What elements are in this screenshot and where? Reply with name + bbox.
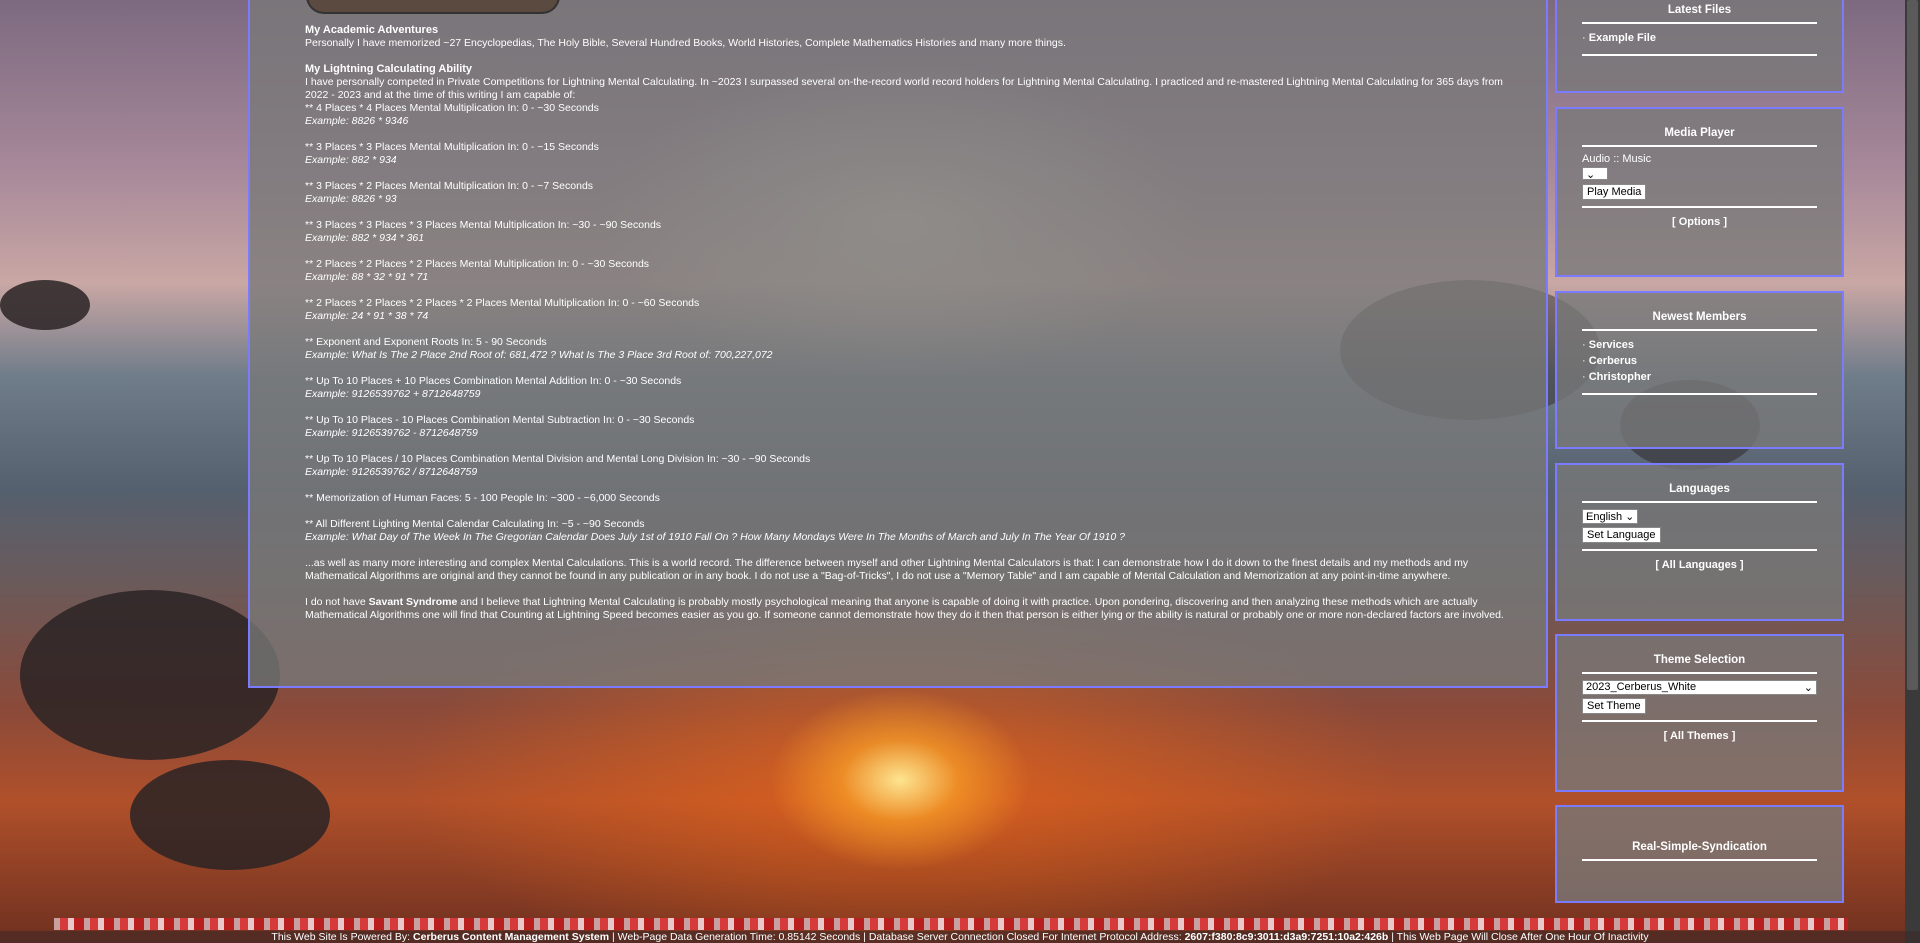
section-heading: My Academic Adventures (305, 24, 439, 36)
footer-text-pre: This Web Site Is Powered By: (271, 931, 414, 943)
abilities-list: ** 4 Places * 4 Places Mental Multiplica… (305, 102, 1505, 544)
member-link[interactable]: Cerberus (1582, 355, 1817, 371)
ability-example: Example: 9126539762 + 8712648759 (305, 388, 481, 400)
ability-item: ** Up To 10 Places + 10 Places Combinati… (305, 375, 682, 387)
latest-files-panel: Latest Files Example File (1555, 0, 1844, 93)
ability-item: ** Exponent and Exponent Roots In: 5 - 9… (305, 336, 547, 348)
ability-example: Example: 882 * 934 * 361 (305, 232, 425, 244)
theme-select-value: 2023_Cerberus_White (1586, 681, 1697, 693)
ability-item: ** Memorization of Human Faces: 5 - 100 … (305, 492, 660, 504)
ability-item: ** 3 Places * 2 Places Mental Multiplica… (305, 180, 594, 192)
chevron-down-icon: ⌄ (1625, 511, 1635, 523)
play-media-button[interactable]: Play Media (1582, 184, 1647, 200)
member-link[interactable]: Services (1582, 339, 1817, 355)
closing-paragraph: ...as well as many more interesting and … (305, 557, 1469, 582)
rss-panel: Real-Simple-Syndication (1555, 805, 1844, 903)
panel-title: Theme Selection (1653, 654, 1746, 666)
section-intro: I have personally competed in Private Co… (305, 76, 1503, 101)
media-label: Audio :: Music (1582, 153, 1652, 165)
ability-item: ** 2 Places * 2 Places * 2 Places Mental… (305, 258, 650, 270)
ability-item: ** Up To 10 Places / 10 Places Combinati… (305, 453, 811, 465)
article-content: My Academic Adventures Personally I have… (305, 24, 1505, 622)
ability-example: Example: 8826 * 93 (305, 193, 397, 205)
newest-members-panel: Newest Members Services Cerberus Christo… (1555, 291, 1844, 449)
ability-example: Example: 24 * 91 * 38 * 74 (305, 310, 429, 322)
savant-text-bold: Savant Syndrome (368, 596, 458, 608)
footer-status: This Web Site Is Powered By: Cerberus Co… (0, 931, 1920, 943)
ability-item: ** 3 Places * 3 Places Mental Multiplica… (305, 141, 599, 153)
chevron-down-icon: ⌄ (1803, 682, 1813, 694)
ip-address: 2607:f380:8c9:3011:d3a9:7251:10a2:426b (1184, 931, 1389, 943)
background-rock (20, 590, 280, 760)
scrollbar-thumb[interactable] (1907, 0, 1918, 690)
ability-example: Example: 9126539762 - 8712648759 (305, 427, 478, 439)
footer-decorative-bar (54, 918, 1848, 930)
all-themes-link[interactable]: [ All Themes ] (1557, 730, 1842, 742)
ability-item: ** All Different Lighting Mental Calenda… (305, 518, 645, 530)
all-languages-link[interactable]: [ All Languages ] (1557, 559, 1842, 571)
media-player-panel: Media Player Audio :: Music ⌄ Play Media… (1555, 107, 1844, 277)
panel-title: Latest Files (1667, 4, 1732, 16)
theme-select[interactable]: 2023_Cerberus_White ⌄ (1582, 680, 1817, 695)
footer-text-post: | This Web Page Will Close After One Hou… (1388, 931, 1649, 943)
ability-item: ** 4 Places * 4 Places Mental Multiplica… (305, 102, 599, 114)
background-rock (130, 760, 330, 870)
options-link[interactable]: [ Options ] (1557, 216, 1842, 228)
ability-item: ** 3 Places * 3 Places * 3 Places Mental… (305, 219, 662, 231)
theme-selection-panel: Theme Selection 2023_Cerberus_White ⌄ Set… (1555, 634, 1844, 792)
ability-example: Example: 9126539762 / 8712648759 (305, 466, 478, 478)
ability-example: Example: What Is The 2 Place 2nd Root of… (305, 349, 773, 361)
member-link[interactable]: Christopher (1582, 371, 1817, 387)
savant-text-post: and I believe that Lightning Mental Calc… (305, 596, 1504, 621)
main-content-panel: My Academic Adventures Personally I have… (248, 0, 1548, 688)
ability-example: Example: 88 * 32 * 91 * 71 (305, 271, 429, 283)
languages-panel: Languages English ⌄ Set Language [ All L… (1555, 463, 1844, 621)
ability-item: ** 2 Places * 2 Places * 2 Places * 2 Pl… (305, 297, 700, 309)
ability-example: Example: 8826 * 9346 (305, 115, 409, 127)
media-select[interactable]: ⌄ (1582, 167, 1608, 181)
set-language-button[interactable]: Set Language (1582, 527, 1661, 543)
savant-text-pre: I do not have (305, 596, 369, 608)
footer-text-mid: | Web-Page Data Generation Time: 0.85142… (609, 931, 1185, 943)
background-rock (0, 280, 90, 330)
panel-title: Media Player (1664, 127, 1735, 139)
panel-title: Newest Members (1652, 311, 1747, 323)
cms-link[interactable]: Cerberus Content Management System (413, 931, 609, 943)
panel-title: Languages (1669, 483, 1730, 495)
latest-file-link[interactable]: Example File (1582, 32, 1817, 48)
language-select-value: English (1586, 511, 1623, 523)
ability-example: Example: What Day of The Week In The Gre… (305, 531, 1125, 543)
page-scrollbar[interactable] (1905, 0, 1920, 943)
profile-image (306, 0, 560, 14)
ability-example: Example: 882 * 934 (305, 154, 397, 166)
panel-title[interactable]: Real-Simple-Syndication (1557, 841, 1842, 853)
set-theme-button[interactable]: Set Theme (1582, 698, 1646, 714)
ability-item: ** Up To 10 Places - 10 Places Combinati… (305, 414, 695, 426)
section-heading: My Lightning Calculating Ability (305, 63, 473, 75)
savant-paragraph: I do not have Savant Syndrome and I beli… (305, 596, 1505, 622)
section-body: Personally I have memorized ~27 Encyclop… (305, 37, 1066, 49)
language-select[interactable]: English ⌄ (1582, 509, 1639, 524)
